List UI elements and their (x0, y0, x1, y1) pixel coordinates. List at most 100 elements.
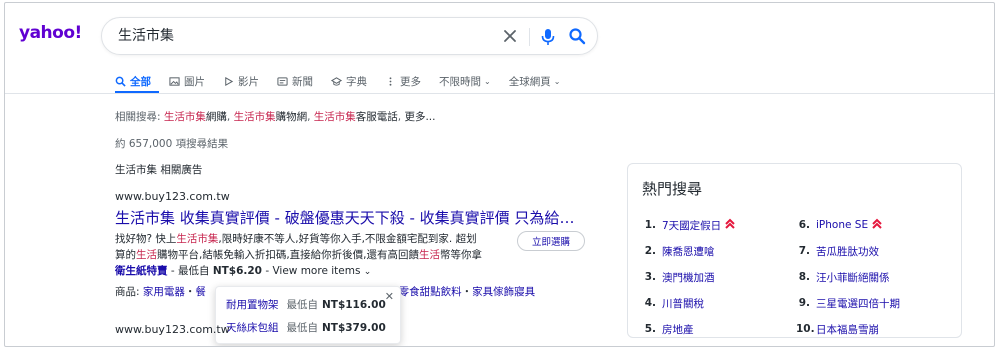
trending-rank: 3. (644, 271, 656, 283)
more-items-popup: ✕ 耐用置物架 最低自 NT$116.00 天絲床包組 最低自 NT$379.00 (215, 286, 401, 344)
trending-item[interactable]: 5. 房地產 (642, 316, 735, 342)
desc-highlight: 生活 (419, 249, 441, 261)
category-link[interactable]: 餐 (195, 286, 206, 298)
trending-rank: 10. (796, 323, 815, 335)
result-description: 找好物? 快上生活市集,限時好康不等人,好貨等你入手,不限金額宅配到家. 超划 … (115, 231, 503, 280)
related-rest: 購物網 (275, 111, 308, 123)
shop-now-button[interactable]: 立即選購 (517, 231, 585, 251)
hot-trend-icon (725, 218, 735, 229)
popup-item-prefix: 最低自 (286, 299, 319, 311)
result-count: 約 657,000 項搜尋結果 (115, 138, 229, 150)
category-link[interactable]: 家用電器 (143, 286, 185, 298)
related-rest: 客服電話 (355, 111, 398, 123)
trending-rank: 6. (798, 219, 810, 231)
trending-item[interactable]: 6. iPhone SE (796, 212, 900, 238)
trending-item[interactable]: 10. 日本福島雪崩 (796, 316, 900, 342)
result-title-link[interactable]: 生活市集 收集真實評價 - 破盤優惠天天下殺 - 收集真實評價 只為給你... (115, 207, 585, 228)
trending-item[interactable]: 1. 7天國定假日 (642, 212, 735, 238)
trending-term: 三星電選四倍十期 (816, 297, 900, 310)
related-highlight: 生活市集 (233, 111, 276, 123)
yahoo-logo[interactable]: yahoo! (19, 23, 82, 43)
tab-label: 影片 (238, 75, 259, 88)
desc-text: 找好物? 快上 (115, 233, 177, 245)
category-link[interactable]: 家具傢飾寢具 (472, 286, 535, 298)
image-icon (169, 76, 180, 86)
sitelink[interactable]: 衛生紙特賣 (115, 265, 168, 277)
trending-rank: 9. (798, 297, 810, 309)
tab-all[interactable]: 全部 (115, 69, 151, 93)
category-link[interactable]: 零食甜點飲料 (399, 286, 462, 298)
trending-column-right: 6. iPhone SE 7. 苦瓜胜肽功效 8. 汪小菲斷絕關係 9. 三星電選四倍十… (796, 212, 900, 342)
desc-highlight: 生活 (136, 249, 157, 261)
related-link[interactable]: 生活市集購物網 (234, 111, 308, 123)
search-tabs: 全部 圖片 影片 新聞 字典 更多 不限時間 ⌄ 全球網頁 ⌄ (115, 69, 578, 93)
news-icon (277, 76, 288, 86)
trending-term: 陳喬恩遭嗆 (662, 245, 715, 258)
desc-text: 幣等你拿 (440, 249, 483, 261)
related-link[interactable]: 生活市集客服電話 (314, 111, 398, 123)
popup-item-price: NT$116.00 (322, 299, 386, 311)
clear-icon[interactable] (500, 26, 520, 46)
hot-trend-icon (872, 218, 882, 229)
trending-item[interactable]: 2. 陳喬恩遭嗆 (642, 238, 735, 264)
trending-rank: 5. (644, 323, 656, 335)
trending-rank: 4. (644, 297, 656, 309)
trending-item[interactable]: 7. 苦瓜胜肽功效 (796, 238, 900, 264)
related-link[interactable]: 生活市集網購 (164, 111, 227, 123)
trending-item[interactable]: 3. 澳門機加酒 (642, 264, 735, 290)
related-highlight: 生活市集 (163, 111, 206, 123)
tab-label: 全部 (130, 75, 151, 88)
trending-item[interactable]: 9. 三星電選四倍十期 (796, 290, 900, 316)
time-filter-label: 不限時間 (439, 75, 481, 88)
tab-images[interactable]: 圖片 (169, 69, 205, 93)
trending-panel: 熱門搜尋 1. 7天國定假日 2. 陳喬恩遭嗆 3. 澳門機加酒 4. 川普關稅 5. 房… (627, 163, 962, 338)
related-more-link[interactable]: 更多... (404, 111, 435, 123)
trending-term: 房地產 (662, 323, 694, 336)
microphone-icon[interactable] (539, 27, 557, 47)
trending-item[interactable]: 8. 汪小菲斷絕關係 (796, 264, 900, 290)
search-icon[interactable] (568, 27, 586, 45)
tab-label: 新聞 (292, 75, 313, 88)
trending-rank: 1. (644, 219, 656, 231)
trending-term: 汪小菲斷絕關係 (816, 271, 890, 284)
desc-highlight: 生活市集 (176, 233, 219, 245)
related-searches: 相關搜尋: 生活市集網購, 生活市集購物網, 生活市集客服電話, 更多... (115, 111, 436, 123)
trending-term: 7天國定假日 (662, 219, 722, 232)
time-filter[interactable]: 不限時間 ⌄ (439, 69, 491, 93)
related-label: 相關搜尋: (115, 111, 161, 123)
desc-text: 算的 (115, 249, 136, 261)
more-icon (389, 76, 392, 86)
search-box (101, 17, 598, 55)
price-prefix: - 最低自 (167, 265, 213, 277)
tab-videos[interactable]: 影片 (223, 69, 259, 93)
close-icon[interactable]: ✕ (385, 290, 394, 303)
popup-item[interactable]: 天絲床包組 最低自 NT$379.00 (226, 320, 386, 335)
trending-term: 苦瓜胜肽功效 (816, 245, 879, 258)
region-filter[interactable]: 全球網頁 ⌄ (509, 69, 561, 93)
dictionary-icon (331, 76, 342, 86)
popup-item-price: NT$379.00 (322, 322, 386, 334)
trending-item[interactable]: 4. 川普關稅 (642, 290, 735, 316)
trending-term: iPhone SE (816, 219, 869, 231)
region-filter-label: 全球網頁 (508, 75, 551, 88)
search-input[interactable] (118, 27, 488, 43)
popup-item[interactable]: 耐用置物架 最低自 NT$116.00 (226, 297, 386, 312)
trending-column-left: 1. 7天國定假日 2. 陳喬恩遭嗆 3. 澳門機加酒 4. 川普關稅 5. 房地產 (642, 212, 735, 342)
trending-term: 川普關稅 (662, 297, 704, 310)
tab-more[interactable]: 更多 (385, 69, 421, 93)
view-more-link[interactable]: - View more items ⌄ (262, 265, 371, 277)
trending-rank: 2. (644, 245, 656, 257)
desc-text: 購物平台,結帳免輸入折扣碼,直接給你折後價,還有高回饋 (157, 249, 420, 261)
related-highlight: 生活市集 (313, 111, 356, 123)
tab-news[interactable]: 新聞 (277, 69, 313, 93)
ads-label: 生活市集 相關廣告 (115, 164, 203, 176)
result-url: www.buy123.com.tw (115, 323, 230, 336)
popup-item-prefix: 最低自 (286, 322, 319, 334)
chevron-down-icon: ⌄ (363, 267, 372, 277)
trending-title: 熱門搜尋 (642, 180, 703, 198)
related-rest: 網購 (205, 111, 227, 123)
tab-label: 圖片 (184, 75, 205, 88)
desc-text: ,限時好康不等人,好貨等你入手,不限金額宅配到家. 超划 (218, 233, 477, 245)
tab-dictionary[interactable]: 字典 (331, 69, 367, 93)
play-icon (225, 76, 234, 86)
